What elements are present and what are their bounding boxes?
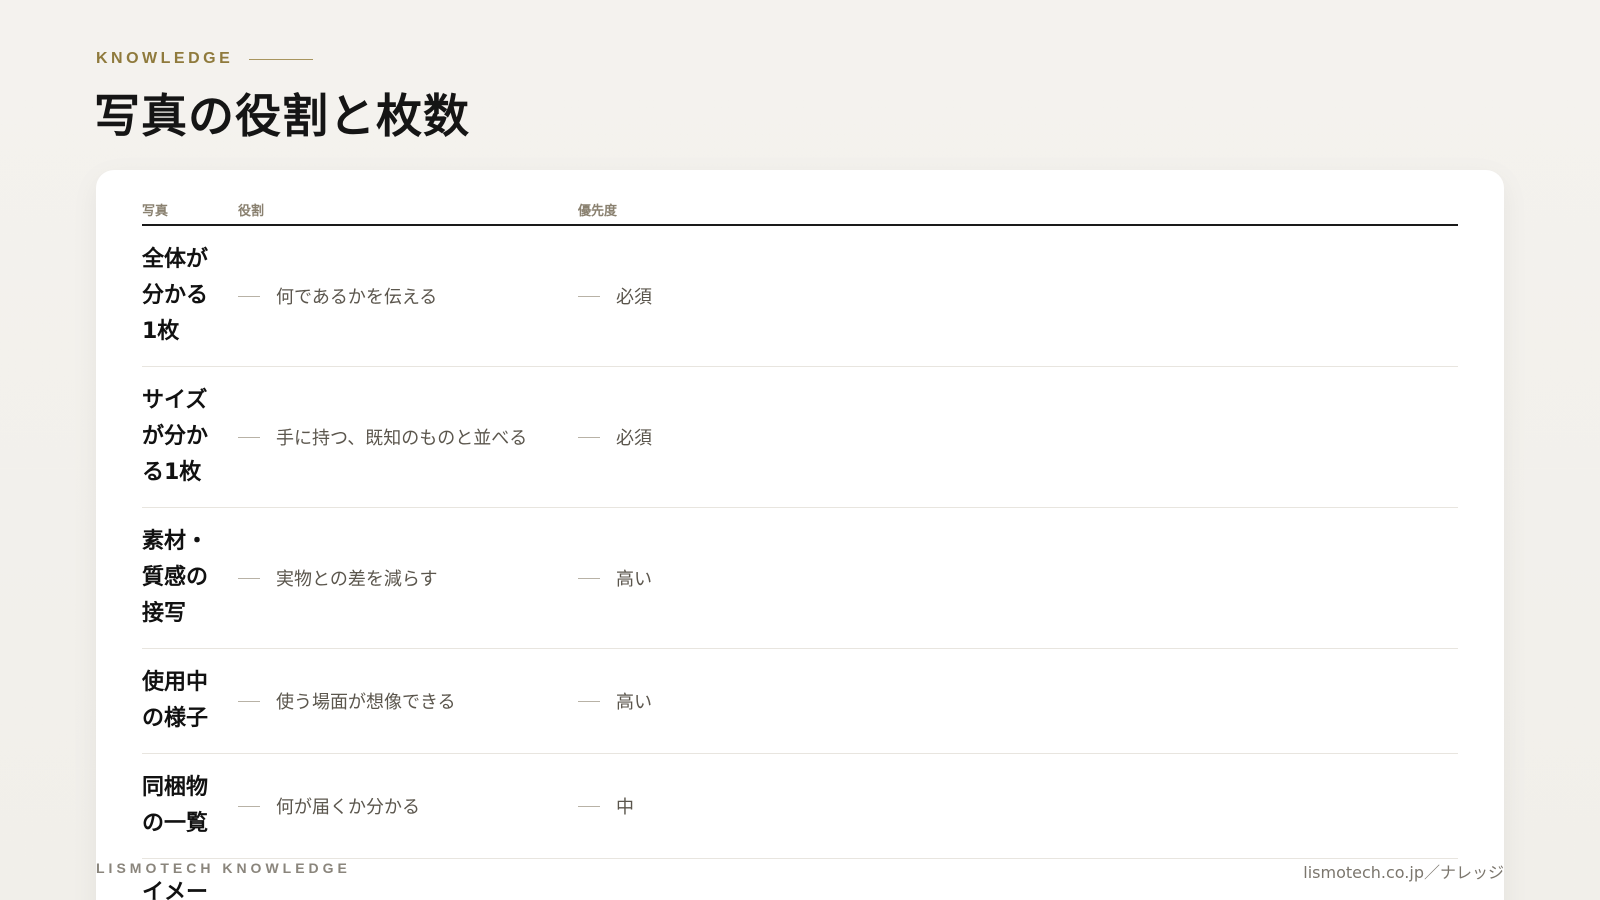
table-row: 同梱物 の一覧 何が届くか分かる 中 bbox=[142, 754, 1458, 859]
photo-type-cell: 全体が 分かる 1枚 bbox=[142, 247, 209, 344]
table-row: 全体が 分かる 1枚 何であるかを伝える 必須 bbox=[142, 226, 1458, 367]
dash-marker bbox=[578, 295, 600, 297]
role-text: 何であるかを伝える bbox=[276, 287, 438, 308]
role-cell: 実物との差を減らす bbox=[238, 565, 578, 591]
dash-marker bbox=[238, 805, 260, 807]
footer-url[interactable]: lismotech.co.jp／ナレッジ bbox=[1303, 859, 1504, 883]
role-text: 手に持つ、既知のものと並べる bbox=[276, 428, 528, 449]
photo-type-cell: 同梱物 の一覧 bbox=[142, 775, 209, 836]
table-row: 使用中 の様子 使う場面が想像できる 高い bbox=[142, 649, 1458, 754]
priority-cell: 必須 bbox=[578, 424, 1458, 450]
page-title: 写真の役割と枚数 bbox=[94, 89, 470, 143]
photo-type-cell: 素材・ 質感の 接写 bbox=[142, 529, 209, 626]
column-header-role: 役割 bbox=[238, 203, 265, 219]
photo-type-cell: サイズ が分か る1枚 bbox=[142, 388, 209, 485]
role-cell: 手に持つ、既知のものと並べる bbox=[238, 424, 578, 450]
table-card: 写真 役割 優先度 全体が 分かる 1枚 何であるかを伝える 必須 サイズ が分か る… bbox=[96, 170, 1504, 900]
dash-marker bbox=[578, 577, 600, 579]
footer-brand: LISMOTECH KNOWLEDGE bbox=[96, 860, 351, 876]
column-header-priority: 優先度 bbox=[578, 203, 618, 219]
table-header: 写真 役割 優先度 bbox=[142, 194, 1458, 226]
priority-text: 中 bbox=[616, 797, 634, 818]
dash-marker bbox=[238, 436, 260, 438]
role-cell: 何であるかを伝える bbox=[238, 283, 578, 309]
table-body: 全体が 分かる 1枚 何であるかを伝える 必須 サイズ が分か る1枚 手に持つ、既知の… bbox=[142, 226, 1458, 900]
priority-text: 必須 bbox=[616, 428, 652, 449]
priority-cell: 高い bbox=[578, 688, 1458, 714]
photo-role-table: 写真 役割 優先度 全体が 分かる 1枚 何であるかを伝える 必須 サイズ が分か る… bbox=[142, 194, 1458, 900]
priority-cell: 高い bbox=[578, 565, 1458, 591]
priority-cell: 中 bbox=[578, 793, 1458, 819]
table-row: 素材・ 質感の 接写 実物との差を減らす 高い bbox=[142, 508, 1458, 649]
dash-marker bbox=[578, 805, 600, 807]
eyebrow-label: KNOWLEDGE bbox=[96, 50, 234, 67]
dash-marker bbox=[238, 700, 260, 702]
dash-marker bbox=[238, 295, 260, 297]
role-cell: 何が届くか分かる bbox=[238, 793, 578, 819]
role-cell: 使う場面が想像できる bbox=[238, 688, 578, 714]
priority-text: 高い bbox=[616, 692, 652, 713]
dash-marker bbox=[238, 577, 260, 579]
eyebrow: KNOWLEDGE bbox=[96, 50, 314, 68]
eyebrow-rule bbox=[249, 58, 314, 60]
role-text: 何が届くか分かる bbox=[276, 797, 420, 818]
photo-type-cell: 使用中 の様子 bbox=[142, 670, 209, 731]
role-text: 使う場面が想像できる bbox=[276, 692, 456, 713]
priority-text: 必須 bbox=[616, 287, 652, 308]
column-header-photo: 写真 bbox=[142, 203, 169, 219]
dash-marker bbox=[578, 700, 600, 702]
role-text: 実物との差を減らす bbox=[276, 569, 438, 590]
priority-cell: 必須 bbox=[578, 283, 1458, 309]
table-row: サイズ が分か る1枚 手に持つ、既知のものと並べる 必須 bbox=[142, 367, 1458, 508]
dash-marker bbox=[578, 436, 600, 438]
priority-text: 高い bbox=[616, 569, 652, 590]
